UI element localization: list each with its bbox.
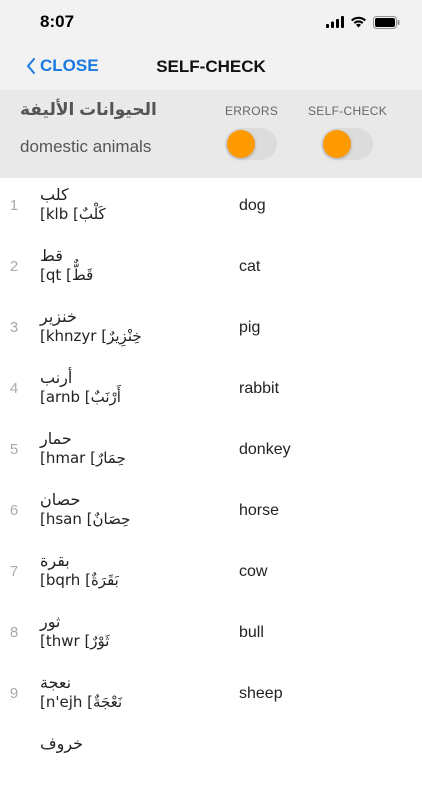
category-title-english: domestic animals: [20, 137, 152, 156]
english-translation: sheep: [239, 685, 283, 702]
word-row[interactable]: 8 ثور [thwr [ثَوْرٌ bull: [0, 605, 422, 666]
arabic-word: خنزير: [40, 307, 77, 326]
wifi-icon: [351, 16, 366, 28]
self-check-label: SELF-CHECK: [308, 104, 388, 118]
transliteration: [qt [قَطٌّ: [40, 266, 94, 284]
arabic-word: بقرة: [40, 551, 70, 570]
transliteration: [bqrh [بَقَرَةٌ: [40, 571, 119, 589]
transliteration: [hsan [حِصَانٌ: [40, 510, 131, 528]
word-row[interactable]: 6 حصان [hsan [حِصَانٌ horse: [0, 483, 422, 544]
self-check-toggle[interactable]: [321, 128, 373, 160]
word-list: 1 كلب [klb [كَلْبٌ dog 2 قط [qt [قَطٌّ c…: [0, 178, 422, 788]
english-translation: cow: [239, 563, 268, 580]
word-row[interactable]: 5 حمار [hmar [حِمَارٌ donkey: [0, 422, 422, 483]
errors-toggle-knob: [227, 130, 255, 158]
row-number: 3: [9, 319, 19, 336]
category-title-arabic: الحيوانات الأليفة: [20, 100, 157, 119]
page-title: SELF-CHECK: [156, 57, 266, 76]
navigation-bar: CLOSE SELF-CHECK: [0, 44, 422, 90]
word-row[interactable]: 3 خنزير [khnzyr [خِنْزِيرٌ pig: [0, 300, 422, 361]
signal-icon: [326, 16, 344, 28]
status-icons: [326, 14, 400, 30]
word-row[interactable]: 9 نعجة [n'ejh [نَعْجَةٌ sheep: [0, 666, 422, 727]
arabic-word: نعجة: [40, 673, 72, 692]
row-number: 8: [9, 624, 19, 641]
row-number: 9: [9, 685, 19, 702]
battery-icon: [373, 15, 400, 29]
english-translation: cat: [239, 258, 261, 275]
transliteration: [n'ejh [نَعْجَةٌ: [40, 693, 123, 711]
english-translation: rabbit: [239, 380, 280, 397]
category-header: الحيوانات الأليفة domestic animals ERROR…: [0, 90, 422, 178]
arabic-word: حمار: [40, 429, 72, 448]
arabic-word: خروف: [40, 734, 84, 753]
row-number: 4: [9, 380, 19, 397]
transliteration: [klb [كَلْبٌ: [40, 205, 106, 223]
word-row[interactable]: 1 كلب [klb [كَلْبٌ dog: [0, 178, 422, 239]
word-row[interactable]: خروف: [0, 727, 422, 788]
row-number: 6: [9, 502, 19, 519]
status-time: 8:07: [40, 12, 75, 31]
transliteration: [khnzyr [خِنْزِيرٌ: [40, 327, 142, 345]
word-row[interactable]: 2 قط [qt [قَطٌّ cat: [0, 239, 422, 300]
english-translation: dog: [239, 197, 266, 214]
english-translation: pig: [239, 319, 261, 336]
row-number: 2: [9, 258, 19, 275]
row-number: 5: [9, 441, 19, 458]
word-row[interactable]: 7 بقرة [bqrh [بَقَرَةٌ cow: [0, 544, 422, 605]
self-check-toggle-knob: [323, 130, 351, 158]
english-translation: horse: [239, 502, 280, 519]
status-bar: 8:07: [0, 0, 422, 44]
arabic-word: حصان: [40, 490, 81, 509]
arabic-word: أرنب: [40, 368, 73, 387]
errors-label: ERRORS: [225, 104, 279, 118]
arabic-word: كلب: [40, 185, 69, 204]
row-number: 7: [9, 563, 19, 580]
english-translation: bull: [239, 624, 264, 641]
transliteration: [thwr [ثَوْرٌ: [40, 632, 110, 650]
english-translation: donkey: [239, 441, 291, 458]
transliteration: [hmar [حِمَارٌ: [40, 449, 126, 467]
arabic-word: ثور: [40, 612, 61, 631]
errors-toggle[interactable]: [225, 128, 277, 160]
arabic-word: قط: [40, 246, 63, 265]
row-number: 1: [9, 197, 19, 214]
transliteration: [arnb [أَرْنَبٌ: [40, 388, 121, 406]
word-row[interactable]: 4 أرنب [arnb [أَرْنَبٌ rabbit: [0, 361, 422, 422]
